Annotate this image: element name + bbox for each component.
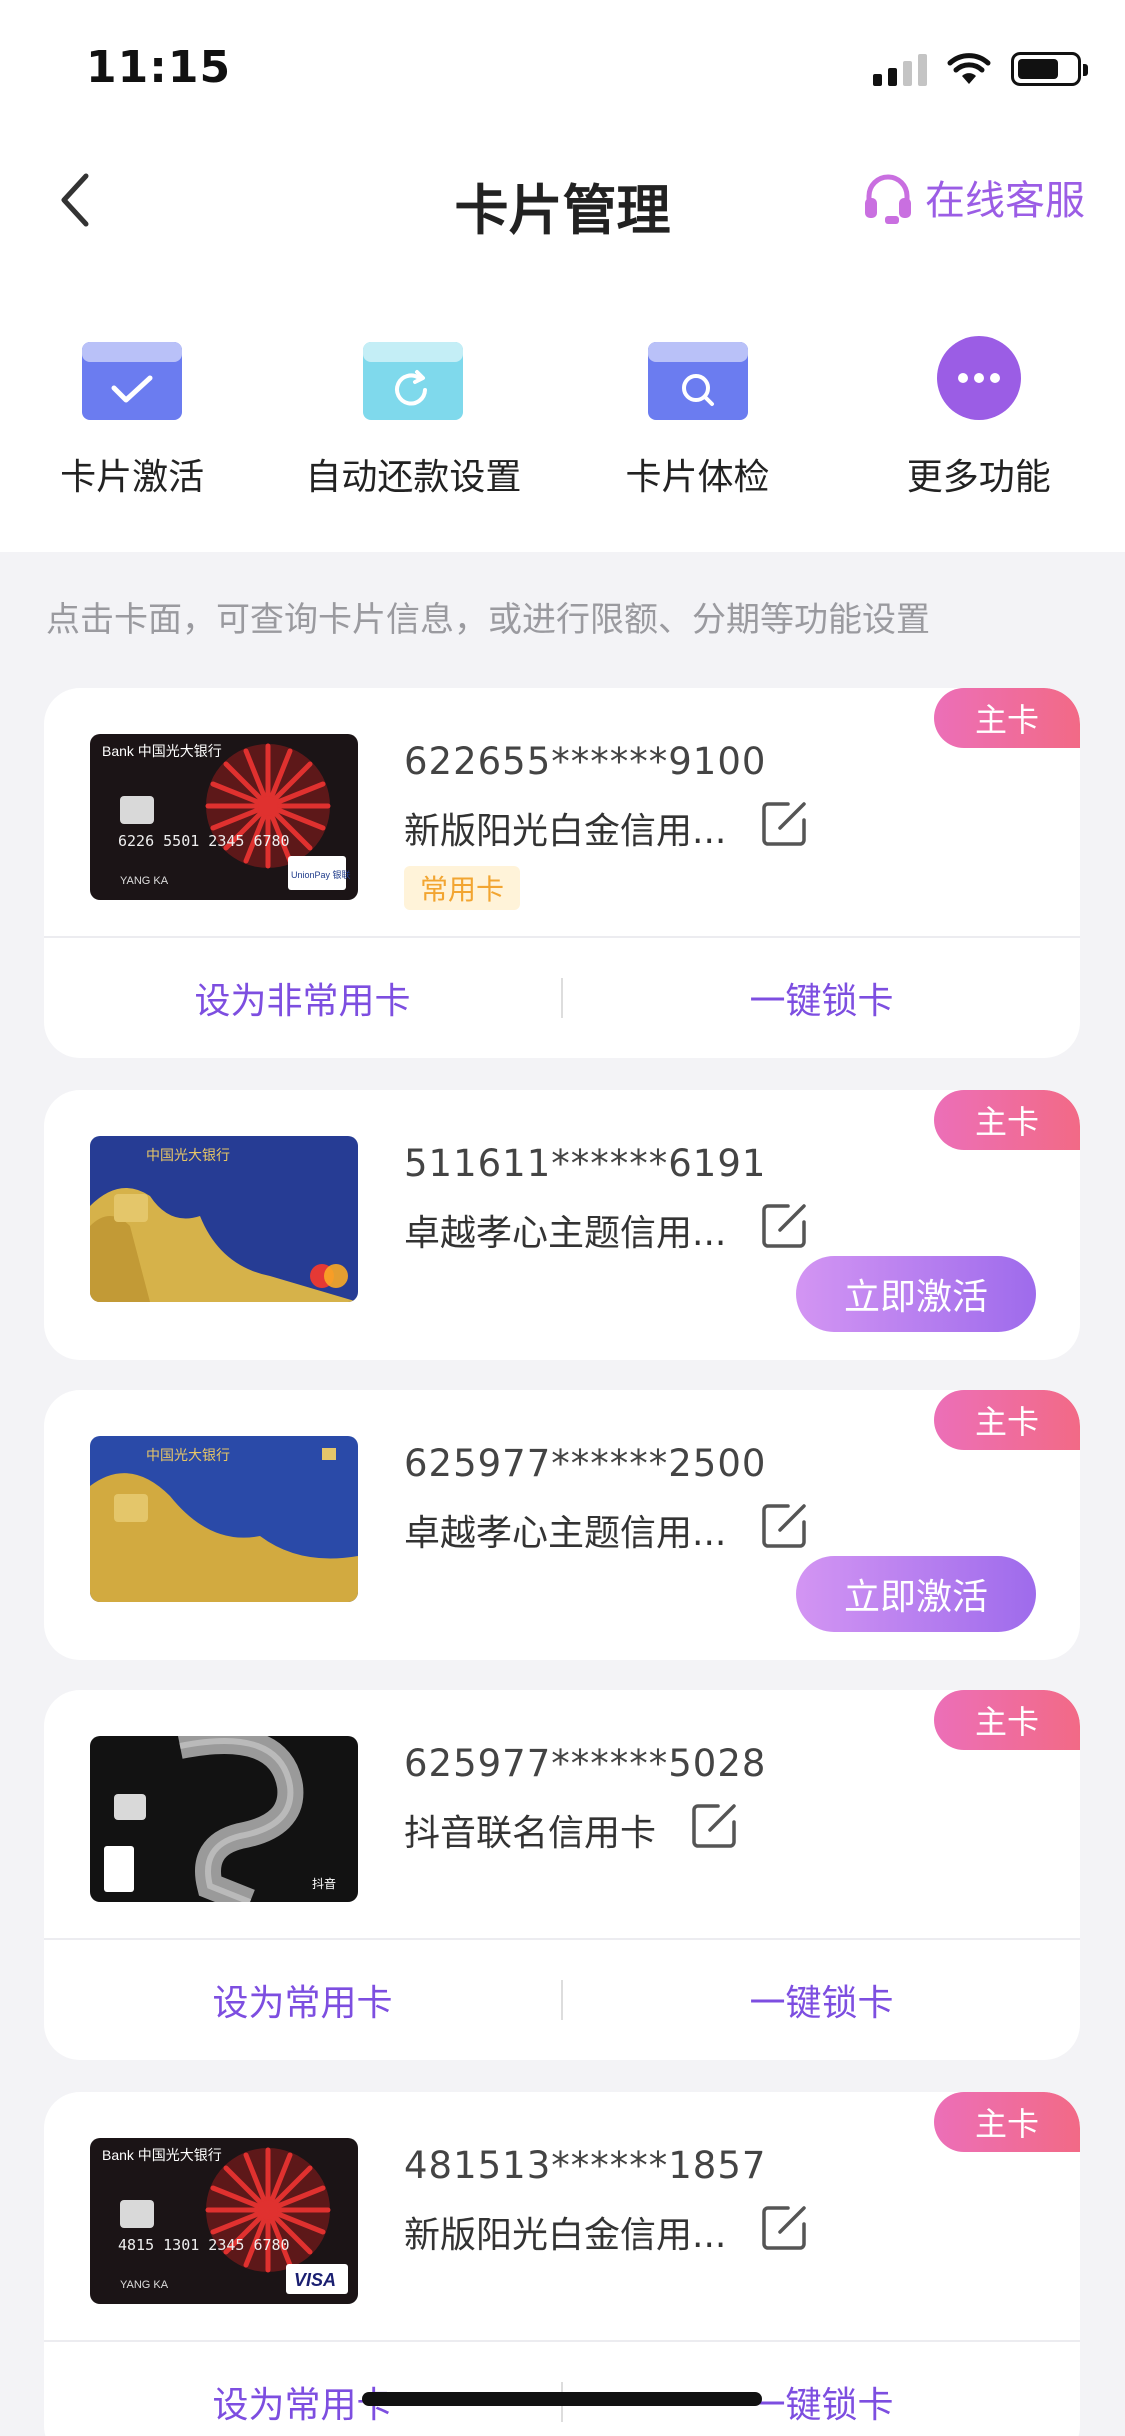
- card-item[interactable]: 主卡 中国光大银行 511611******6191 卓越孝心主题信用... 立…: [44, 1090, 1080, 1360]
- card-search-icon: [647, 342, 748, 420]
- edit-icon[interactable]: [690, 1800, 740, 1850]
- activate-now-button[interactable]: 立即激活: [796, 1256, 1036, 1332]
- card-brand-text: 抖音: [312, 1876, 336, 1891]
- card-actions: 设为非常用卡 一键锁卡: [44, 936, 1080, 1058]
- online-service-label: 在线客服: [925, 178, 1085, 224]
- quick-label: 卡片激活: [60, 457, 205, 498]
- quick-card-activation[interactable]: 卡片激活: [0, 330, 264, 500]
- card-refresh-icon: [363, 342, 464, 420]
- card-image[interactable]: Bank 中国光大银行 4815 1301 2345 6780 YANG KA …: [90, 2138, 358, 2304]
- card-bank-text: 中国光大银行: [146, 1447, 230, 1463]
- quick-label: 更多功能: [906, 457, 1051, 498]
- signal-icon: [873, 52, 927, 86]
- card-holder-text: YANG KA: [120, 875, 169, 887]
- common-card-tag: 常用卡: [404, 866, 521, 910]
- card-number: 481513******1857: [404, 2144, 767, 2187]
- card-network-text: UnionPay 银联: [291, 869, 351, 880]
- edit-icon[interactable]: [760, 1500, 810, 1550]
- card-actions: 设为常用卡 一键锁卡: [44, 1938, 1080, 2060]
- status-icons: [873, 52, 1088, 86]
- headset-icon: [865, 174, 911, 224]
- quick-card-checkup[interactable]: 卡片体检: [563, 330, 833, 500]
- set-common-button[interactable]: 设为常用卡: [44, 1974, 561, 2026]
- card-item[interactable]: 主卡 抖音 625977******5028 抖音联名信用卡 设为常用卡 一键锁…: [44, 1690, 1080, 2060]
- quick-label: 自动还款设置: [305, 457, 522, 498]
- card-name: 抖音联名信用卡: [404, 1813, 657, 1854]
- card-item[interactable]: 主卡 Bank 中国光大银行 4815 1301 2345 6780 YANG …: [44, 2092, 1080, 2436]
- card-bank-text: 中国光大银行: [146, 1147, 230, 1163]
- card-number: 625977******2500: [404, 1442, 767, 1485]
- card-check-icon: [82, 342, 183, 420]
- wifi-icon: [947, 53, 991, 84]
- card-digits-text: 4815 1301 2345 6780: [118, 2236, 290, 2254]
- card-bank-text: Bank 中国光大银行: [102, 2147, 222, 2163]
- card-holder-text: YANG KA: [120, 2279, 169, 2291]
- quick-label: 卡片体检: [625, 457, 770, 498]
- home-indicator[interactable]: [362, 2392, 762, 2406]
- card-name: 新版阳光白金信用...: [404, 811, 727, 852]
- more-dots-icon: [936, 336, 1021, 420]
- status-time: 11:15: [86, 42, 232, 93]
- edit-icon[interactable]: [760, 798, 810, 848]
- edit-icon[interactable]: [760, 1200, 810, 1250]
- online-service-button[interactable]: 在线客服: [859, 168, 1085, 226]
- card-item[interactable]: 主卡 Bank 中国光大银行 6226 5501 2345 6780 YANG …: [44, 688, 1080, 1058]
- main-card-badge: 主卡: [934, 1690, 1080, 1750]
- lock-card-button[interactable]: 一键锁卡: [563, 972, 1080, 1024]
- card-item[interactable]: 主卡 中国光大银行 625977******2500 卓越孝心主题信用... 立…: [44, 1390, 1080, 1660]
- card-number: 511611******6191: [404, 1142, 767, 1185]
- lock-card-button[interactable]: 一键锁卡: [563, 1974, 1080, 2026]
- card-name: 卓越孝心主题信用...: [404, 1213, 727, 1254]
- main-card-badge: 主卡: [934, 1090, 1080, 1150]
- quick-more-functions[interactable]: 更多功能: [833, 330, 1125, 500]
- activate-now-button[interactable]: 立即激活: [796, 1556, 1036, 1632]
- quick-actions: 卡片激活 自动还款设置 卡片体检 更多功能: [0, 330, 1125, 500]
- main-card-badge: 主卡: [934, 688, 1080, 748]
- card-number: 622655******9100: [404, 740, 767, 783]
- card-bank-text: Bank 中国光大银行: [102, 743, 222, 759]
- set-uncommon-button[interactable]: 设为非常用卡: [44, 972, 561, 1024]
- battery-icon: [1011, 52, 1088, 86]
- status-bar: 11:15: [0, 0, 1125, 140]
- card-network-text: VISA: [294, 2270, 336, 2290]
- quick-autopay-settings[interactable]: 自动还款设置: [264, 330, 562, 500]
- main-card-badge: 主卡: [934, 1390, 1080, 1450]
- card-image[interactable]: Bank 中国光大银行 6226 5501 2345 6780 YANG KA …: [90, 734, 358, 900]
- card-image[interactable]: 中国光大银行: [90, 1136, 358, 1302]
- card-image[interactable]: 抖音: [90, 1736, 358, 1902]
- card-image[interactable]: 中国光大银行: [90, 1436, 358, 1602]
- card-digits-text: 6226 5501 2345 6780: [118, 832, 290, 850]
- card-name: 新版阳光白金信用...: [404, 2215, 727, 2256]
- main-card-badge: 主卡: [934, 2092, 1080, 2152]
- edit-icon[interactable]: [760, 2202, 810, 2252]
- card-actions: 设为常用卡 一键锁卡: [44, 2340, 1080, 2436]
- top-panel: 11:15 卡片管理 在线客服 卡片激活 自动还款设置 卡片体检 更多功能: [0, 0, 1125, 552]
- nav-bar: 卡片管理 在线客服: [0, 140, 1125, 260]
- hint-text: 点击卡面，可查询卡片信息，或进行限额、分期等功能设置: [46, 600, 930, 640]
- card-number: 625977******5028: [404, 1742, 767, 1785]
- card-name: 卓越孝心主题信用...: [404, 1513, 727, 1554]
